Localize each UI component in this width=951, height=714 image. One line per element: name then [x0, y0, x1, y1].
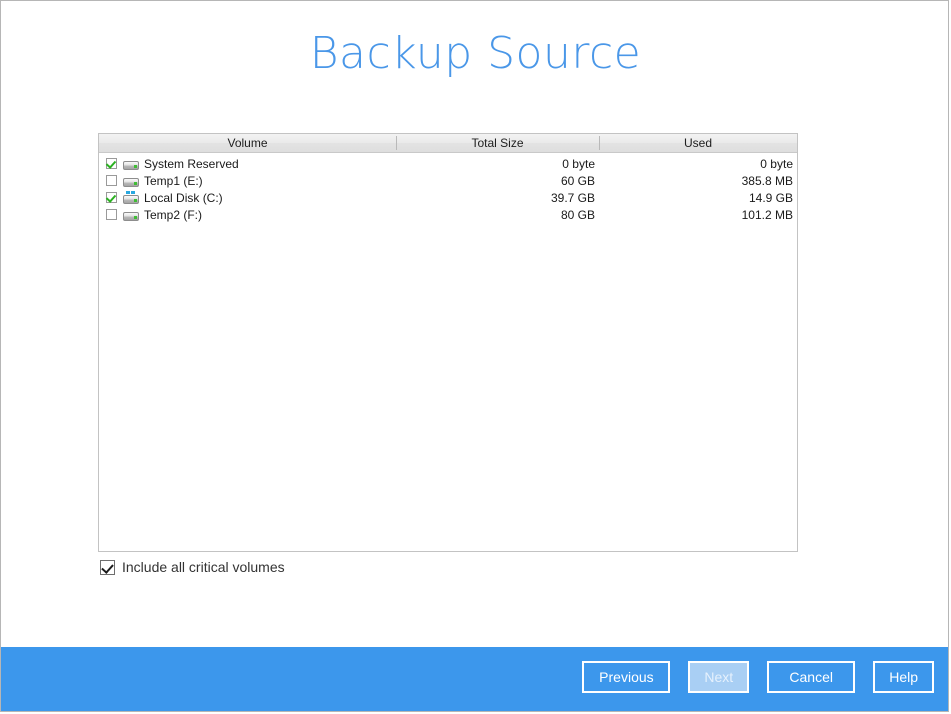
- volume-list-panel: Volume Total Size Used System Reserved 0 …: [98, 133, 798, 552]
- volume-checkbox[interactable]: [106, 175, 117, 186]
- volume-name: Temp1 (E:): [144, 174, 203, 188]
- page-title: Backup Source: [1, 25, 949, 83]
- table-row[interactable]: Local Disk (C:) 39.7 GB14.9 GB: [99, 189, 797, 206]
- volume-name: Local Disk (C:): [144, 191, 223, 205]
- include-critical-volumes-row[interactable]: Include all critical volumes: [100, 559, 285, 575]
- volume-checkbox[interactable]: [106, 158, 117, 169]
- volume-name: Temp2 (F:): [144, 208, 202, 222]
- include-critical-volumes-label: Include all critical volumes: [122, 559, 285, 575]
- volume-list-header: Volume Total Size Used: [99, 134, 797, 153]
- column-header-volume[interactable]: Volume: [99, 134, 396, 152]
- volume-cell: Temp2 (F:): [99, 208, 396, 222]
- hard-drive-icon: [123, 175, 139, 187]
- volume-name: System Reserved: [144, 157, 239, 171]
- volume-checkbox[interactable]: [106, 192, 117, 203]
- backup-source-content: Volume Total Size Used System Reserved 0 …: [98, 133, 798, 552]
- used-cell: 14.9 GB: [599, 191, 797, 205]
- volume-cell: System Reserved: [99, 157, 396, 171]
- column-header-used[interactable]: Used: [599, 134, 797, 152]
- used-cell: 385.8 MB: [599, 174, 797, 188]
- table-row[interactable]: Temp1 (E:) 60 GB385.8 MB: [99, 172, 797, 189]
- backup-source-window: Backup Source Volume Total Size Used Sys…: [0, 0, 949, 712]
- volume-cell: Temp1 (E:): [99, 174, 396, 188]
- footer-bar: Previous Next Cancel Help: [1, 647, 948, 711]
- used-cell: 101.2 MB: [599, 208, 797, 222]
- previous-button[interactable]: Previous: [582, 661, 670, 693]
- help-button[interactable]: Help: [873, 661, 934, 693]
- include-critical-volumes-checkbox[interactable]: [100, 560, 115, 575]
- total-size-cell: 60 GB: [396, 174, 599, 188]
- next-button: Next: [688, 661, 749, 693]
- column-header-total-size[interactable]: Total Size: [396, 134, 599, 152]
- total-size-cell: 0 byte: [396, 157, 599, 171]
- volume-checkbox[interactable]: [106, 209, 117, 220]
- hard-drive-icon: [123, 158, 139, 170]
- total-size-cell: 39.7 GB: [396, 191, 599, 205]
- windows-system-disk-icon: [123, 192, 139, 204]
- hard-drive-icon: [123, 209, 139, 221]
- volume-cell: Local Disk (C:): [99, 191, 396, 205]
- total-size-cell: 80 GB: [396, 208, 599, 222]
- cancel-button[interactable]: Cancel: [767, 661, 855, 693]
- button-bar: Previous Next Cancel Help: [582, 661, 934, 693]
- table-row[interactable]: System Reserved 0 byte0 byte: [99, 155, 797, 172]
- table-row[interactable]: Temp2 (F:) 80 GB101.2 MB: [99, 206, 797, 223]
- used-cell: 0 byte: [599, 157, 797, 171]
- volume-list-body: System Reserved 0 byte0 byte Temp1 (E:) 60 …: [99, 153, 797, 223]
